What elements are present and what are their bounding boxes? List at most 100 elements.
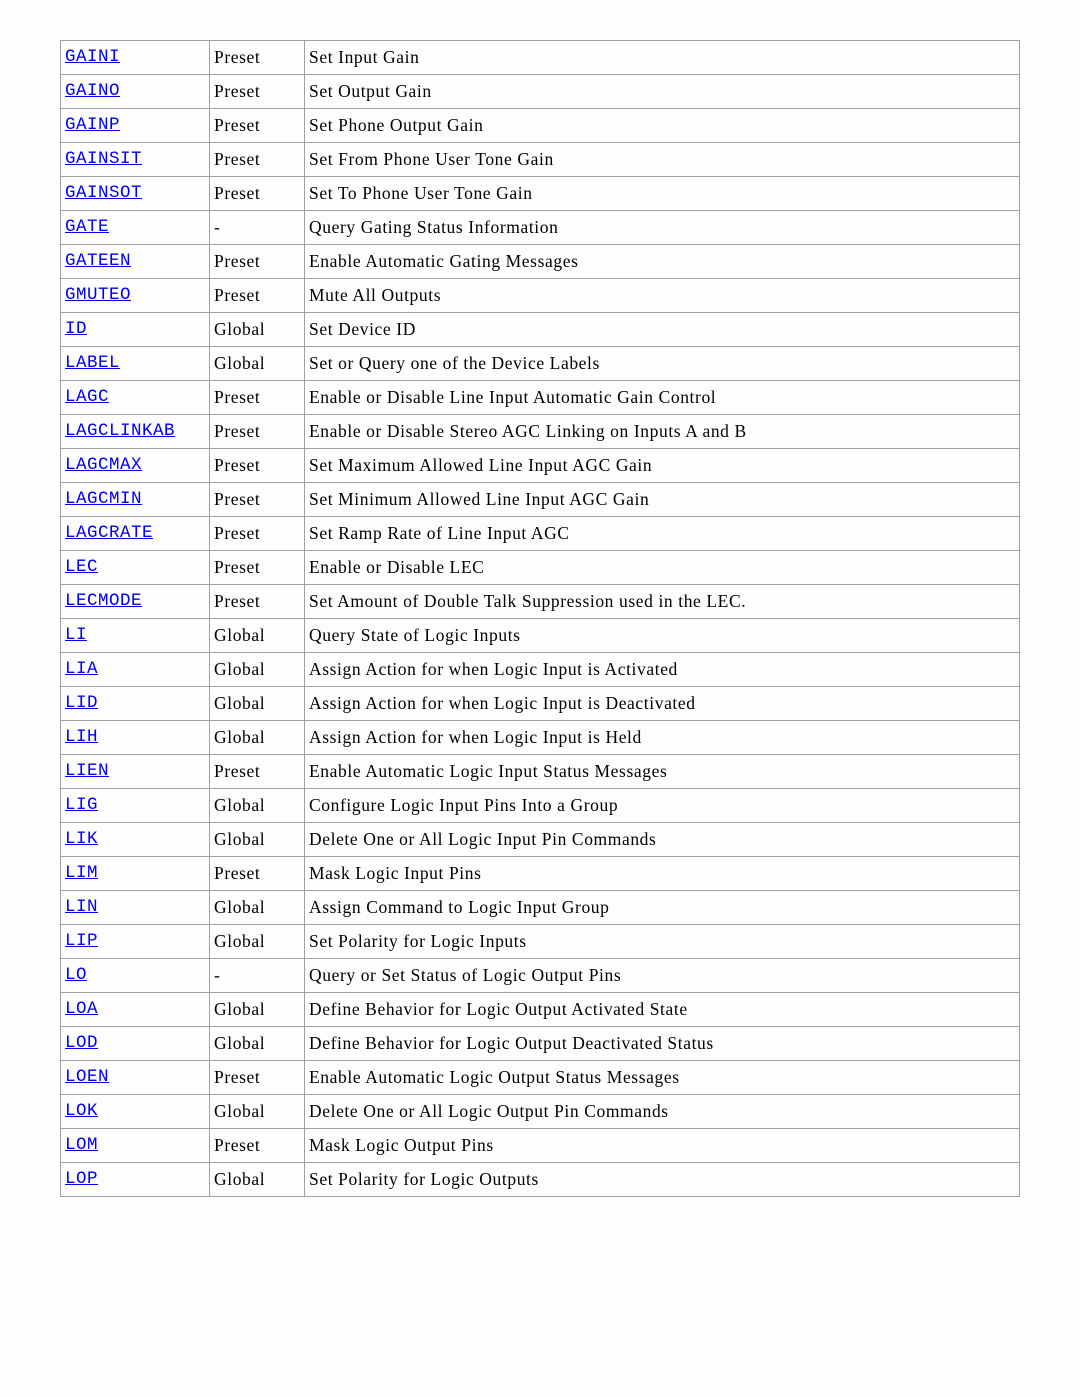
command-link[interactable]: GAINO bbox=[65, 81, 120, 101]
command-cell: LOP bbox=[61, 1163, 210, 1197]
description-cell: Delete One or All Logic Input Pin Comman… bbox=[305, 823, 1020, 857]
scope-cell: Preset bbox=[210, 585, 305, 619]
description-cell: Mute All Outputs bbox=[305, 279, 1020, 313]
table-row: GAINSITPresetSet From Phone User Tone Ga… bbox=[61, 143, 1020, 177]
command-link[interactable]: LOM bbox=[65, 1135, 98, 1155]
command-link[interactable]: GAINSOT bbox=[65, 183, 142, 203]
table-row: LAGCMAX PresetSet Maximum Allowed Line In… bbox=[61, 449, 1020, 483]
command-cell: LOA bbox=[61, 993, 210, 1027]
description-cell: Query Gating Status Information bbox=[305, 211, 1020, 245]
table-row: GAINOPresetSet Output Gain bbox=[61, 75, 1020, 109]
command-cell: LOM bbox=[61, 1129, 210, 1163]
description-cell: Define Behavior for Logic Output Deactiv… bbox=[305, 1027, 1020, 1061]
command-link[interactable]: LID bbox=[65, 693, 98, 713]
command-link[interactable]: GAINSIT bbox=[65, 149, 142, 169]
scope-cell: Preset bbox=[210, 109, 305, 143]
description-cell: Enable Automatic Logic Output Status Mes… bbox=[305, 1061, 1020, 1095]
command-cell: LIK bbox=[61, 823, 210, 857]
command-link[interactable]: LIN bbox=[65, 897, 98, 917]
command-link[interactable]: LI bbox=[65, 625, 87, 645]
command-cell: LIG bbox=[61, 789, 210, 823]
scope-cell: Preset bbox=[210, 517, 305, 551]
table-row: GATE-Query Gating Status Information bbox=[61, 211, 1020, 245]
command-link[interactable]: GATEEN bbox=[65, 251, 131, 271]
command-link[interactable]: ID bbox=[65, 319, 87, 339]
command-link[interactable]: LECMODE bbox=[65, 591, 142, 611]
command-link[interactable]: LOEN bbox=[65, 1067, 109, 1087]
command-link[interactable]: LABEL bbox=[65, 353, 120, 373]
scope-cell: Preset bbox=[210, 75, 305, 109]
command-cell: ID bbox=[61, 313, 210, 347]
command-link[interactable]: LIP bbox=[65, 931, 98, 951]
command-cell: LIN bbox=[61, 891, 210, 925]
scope-cell: Preset bbox=[210, 1129, 305, 1163]
table-row: LOD GlobalDefine Behavior for Logic Outpu… bbox=[61, 1027, 1020, 1061]
command-link[interactable]: LAGCMAX bbox=[65, 455, 142, 475]
scope-cell: Global bbox=[210, 653, 305, 687]
scope-cell: Preset bbox=[210, 41, 305, 75]
command-link[interactable]: LOD bbox=[65, 1033, 98, 1053]
command-link[interactable]: GATE bbox=[65, 217, 109, 237]
command-cell: LOK bbox=[61, 1095, 210, 1129]
command-cell: LIA bbox=[61, 653, 210, 687]
description-cell: Set Maximum Allowed Line Input AGC Gain bbox=[305, 449, 1020, 483]
scope-cell: Preset bbox=[210, 449, 305, 483]
description-cell: Enable or Disable Stereo AGC Linking on … bbox=[305, 415, 1020, 449]
table-row: LIENPresetEnable Automatic Logic Input S… bbox=[61, 755, 1020, 789]
description-cell: Enable or Disable Line Input Automatic G… bbox=[305, 381, 1020, 415]
command-link[interactable]: LEC bbox=[65, 557, 98, 577]
description-cell: Set To Phone User Tone Gain bbox=[305, 177, 1020, 211]
command-link[interactable]: LIK bbox=[65, 829, 98, 849]
scope-cell: Global bbox=[210, 1027, 305, 1061]
table-row: LAGCRATEPresetSet Ramp Rate of Line Inpu… bbox=[61, 517, 1020, 551]
command-link[interactable]: LOK bbox=[65, 1101, 98, 1121]
command-cell: LOD bbox=[61, 1027, 210, 1061]
description-cell: Enable or Disable LEC bbox=[305, 551, 1020, 585]
command-link[interactable]: LOA bbox=[65, 999, 98, 1019]
command-cell: LID bbox=[61, 687, 210, 721]
command-link[interactable]: LIM bbox=[65, 863, 98, 883]
table-row: LAGCPresetEnable or Disable Line Input A… bbox=[61, 381, 1020, 415]
command-reference-page: GAINIPresetSet Input GainGAINOPresetSet … bbox=[0, 0, 1080, 1217]
scope-cell: Preset bbox=[210, 551, 305, 585]
command-cell: LECMODE bbox=[61, 585, 210, 619]
command-link[interactable]: LAGCMIN bbox=[65, 489, 142, 509]
table-row: LOMPresetMask Logic Output Pins bbox=[61, 1129, 1020, 1163]
table-row: LABELGlobalSet or Query one of the Devic… bbox=[61, 347, 1020, 381]
scope-cell: Global bbox=[210, 1163, 305, 1197]
command-link[interactable]: LIG bbox=[65, 795, 98, 815]
command-link[interactable]: GAINI bbox=[65, 47, 120, 67]
description-cell: Set Input Gain bbox=[305, 41, 1020, 75]
command-link[interactable]: LO bbox=[65, 965, 87, 985]
scope-cell: Global bbox=[210, 687, 305, 721]
command-link[interactable]: LAGCRATE bbox=[65, 523, 153, 543]
command-link[interactable]: LIA bbox=[65, 659, 98, 679]
table-row: IDGlobalSet Device ID bbox=[61, 313, 1020, 347]
description-cell: Delete One or All Logic Output Pin Comma… bbox=[305, 1095, 1020, 1129]
command-link[interactable]: LIH bbox=[65, 727, 98, 747]
description-cell: Set Amount of Double Talk Suppression us… bbox=[305, 585, 1020, 619]
command-link[interactable]: LAGCLINKAB bbox=[65, 421, 175, 441]
command-cell: GAINSIT bbox=[61, 143, 210, 177]
command-link[interactable]: LOP bbox=[65, 1169, 98, 1189]
scope-cell: Preset bbox=[210, 279, 305, 313]
table-row: GMUTEO PresetMute All Outputs bbox=[61, 279, 1020, 313]
command-link[interactable]: GAINP bbox=[65, 115, 120, 135]
scope-cell: Preset bbox=[210, 143, 305, 177]
command-cell: LAGC bbox=[61, 381, 210, 415]
command-cell: LEC bbox=[61, 551, 210, 585]
scope-cell: Global bbox=[210, 891, 305, 925]
table-row: LOAGlobalDefine Behavior for Logic Outpu… bbox=[61, 993, 1020, 1027]
command-link[interactable]: LAGC bbox=[65, 387, 109, 407]
command-link[interactable]: GMUTEO bbox=[65, 285, 131, 305]
table-row: LIDGlobalAssign Action for when Logic In… bbox=[61, 687, 1020, 721]
command-cell: GATEEN bbox=[61, 245, 210, 279]
table-row: LOENPresetEnable Automatic Logic Output … bbox=[61, 1061, 1020, 1095]
scope-cell: Preset bbox=[210, 177, 305, 211]
table-row: LEC PresetEnable or Disable LEC bbox=[61, 551, 1020, 585]
table-row: GAINPPresetSet Phone Output Gain bbox=[61, 109, 1020, 143]
table-row: LO-Query or Set Status of Logic Output P… bbox=[61, 959, 1020, 993]
description-cell: Mask Logic Input Pins bbox=[305, 857, 1020, 891]
table-row: LAGCLINKABPresetEnable or Disable Stereo… bbox=[61, 415, 1020, 449]
command-link[interactable]: LIEN bbox=[65, 761, 109, 781]
